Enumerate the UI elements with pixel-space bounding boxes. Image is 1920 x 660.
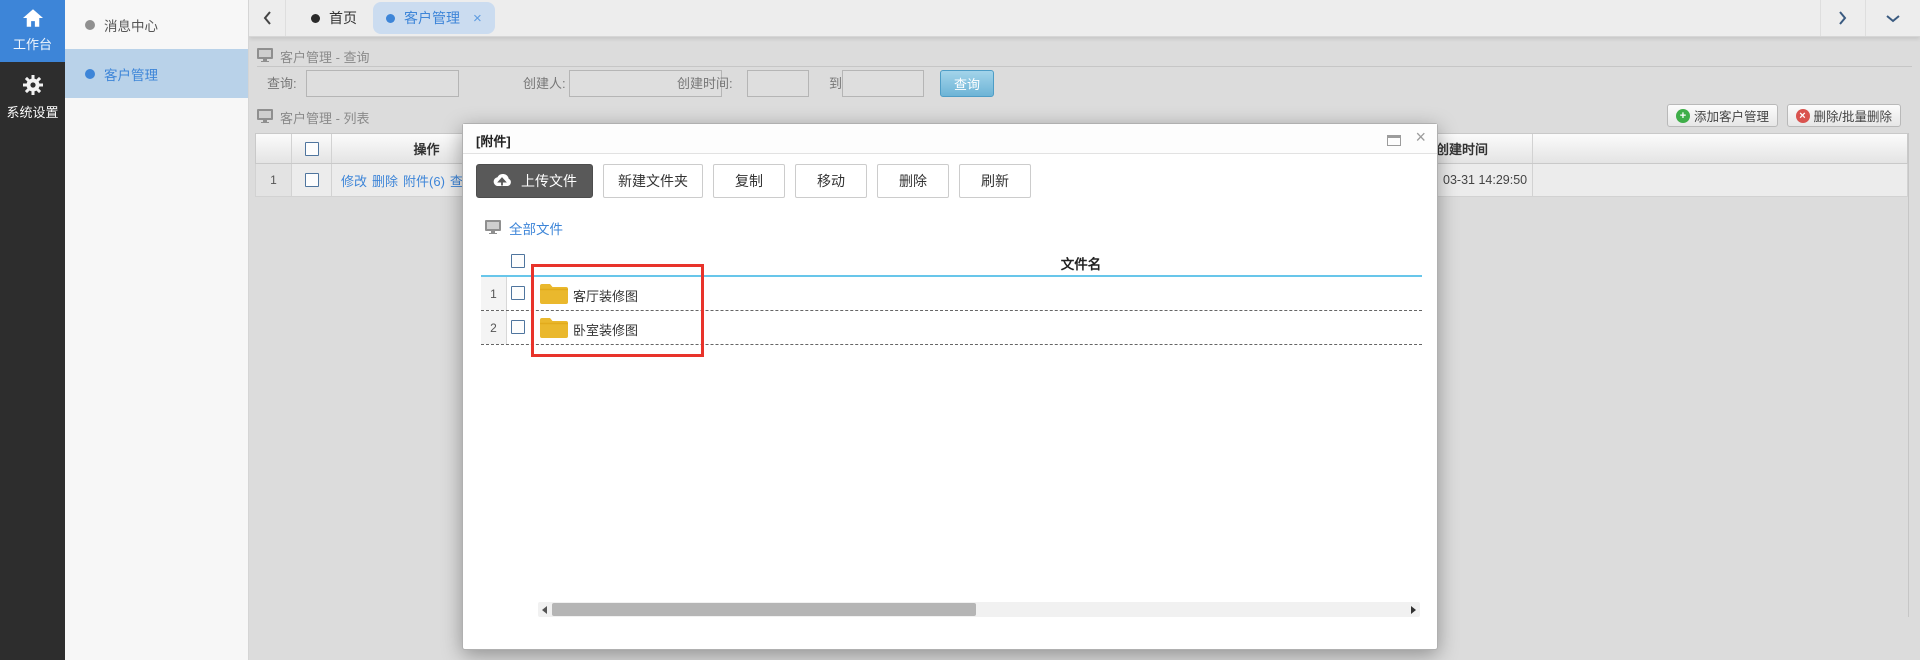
plus-icon: + [1676,109,1690,123]
file-table-header: 文件名 [481,249,1422,277]
search-button[interactable]: 查询 [940,70,994,97]
file-row-checkbox[interactable] [511,320,525,334]
submenu-item-message-center[interactable]: 消息中心 [65,0,248,49]
all-files-link[interactable]: 全部文件 [485,218,563,238]
section-divider [257,66,1912,67]
tab-customer-mgmt[interactable]: 客户管理 × [373,2,495,34]
bullet-icon [85,20,95,30]
close-icon[interactable]: × [1415,127,1426,148]
refresh-button[interactable]: 刷新 [959,164,1031,198]
sidebar-item-label: 工作台 [13,34,52,53]
row-empty [1533,164,1907,196]
keyword-label: 查询: [267,70,297,97]
file-table: 文件名 1 客厅装修图 2 卧室装修图 [481,249,1422,345]
scrollbar-thumb[interactable] [552,603,976,616]
file-name: 客厅装修图 [573,286,638,305]
tab-close-icon[interactable]: × [473,10,482,27]
add-customer-button[interactable]: + 添加客户管理 [1667,104,1778,127]
submenu-item-label: 消息中心 [104,15,158,35]
sidebar-item-label: 系统设置 [6,102,58,121]
file-row-index: 1 [481,277,507,310]
tab-dot-icon [386,14,395,23]
query-section-header: 客户管理 - 查询 [257,47,370,66]
dialog-titlebar[interactable]: [附件] × [463,124,1437,154]
folder-icon [539,317,569,344]
list-section-header: 客户管理 - 列表 [257,108,370,127]
modify-link[interactable]: 修改 [341,171,367,190]
attachment-link[interactable]: 附件(6) [403,171,445,190]
horizontal-scrollbar[interactable] [538,602,1420,617]
sidebar-item-settings[interactable]: 系统设置 [0,62,65,121]
file-row[interactable]: 2 卧室装修图 [481,311,1422,345]
file-row[interactable]: 1 客厅装修图 [481,277,1422,311]
cloud-upload-icon [492,172,512,190]
creator-label: 创建人: [523,70,566,97]
folder-icon [539,283,569,310]
new-folder-button[interactable]: 新建文件夹 [603,164,703,198]
button-label: 删除/批量删除 [1814,106,1892,125]
tab-label: 首页 [329,8,357,28]
scroll-right-arrow-icon[interactable] [1411,606,1416,614]
sidebar-item-workbench[interactable]: 工作台 [0,0,65,62]
monitor-icon [257,109,273,126]
maximize-icon[interactable] [1387,135,1401,146]
submenu-panel: 消息中心 客户管理 [65,0,249,660]
copy-button[interactable]: 复制 [713,164,785,198]
tab-dot-icon [311,14,320,23]
monitor-icon [257,48,273,65]
select-all-cell [292,134,332,163]
app-root: 工作台 系统设置 消息中心 [0,0,1920,660]
row-index: 1 [256,164,292,196]
delete-link[interactable]: 删除 [372,171,398,190]
tab-scroll-right-button[interactable] [1820,0,1864,36]
move-button[interactable]: 移动 [795,164,867,198]
delete-button[interactable]: 删除 [877,164,949,198]
filename-column-header: 文件名 [1021,253,1141,273]
file-row-checkbox[interactable] [511,286,525,300]
created-time-from-input[interactable] [747,70,809,97]
breadcrumb-label: 全部文件 [509,218,563,238]
attachment-dialog: [附件] × 上传文件 新建文件夹 复制 移动 删除 刷新 全部文件 [462,123,1438,650]
icon-sidebar: 工作台 系统设置 [0,0,65,660]
bullet-icon [85,69,95,79]
keyword-input[interactable] [306,70,459,97]
monitor-icon [485,220,501,237]
table-right-border [1908,133,1909,617]
select-all-checkbox[interactable] [305,142,319,156]
row-checkbox[interactable] [305,173,319,187]
submenu-item-customer-mgmt[interactable]: 客户管理 [65,49,248,98]
section-title: 客户管理 - 查询 [280,47,370,66]
submenu-item-label: 客户管理 [104,64,158,84]
file-toolbar: 上传文件 新建文件夹 复制 移动 删除 刷新 [476,164,1031,198]
button-label: 添加客户管理 [1694,106,1769,125]
header-index-cell [256,134,292,163]
section-title: 客户管理 - 列表 [280,108,370,127]
row-checkbox-cell [292,164,332,196]
tab-bar: 首页 客户管理 × [249,0,1920,37]
tab-scroll-left-button[interactable] [249,0,286,36]
button-label: 上传文件 [521,171,577,191]
header-empty [1533,134,1907,163]
batch-delete-button[interactable]: × 删除/批量删除 [1787,104,1901,127]
tab-label: 客户管理 [404,8,460,28]
file-name: 卧室装修图 [573,320,638,339]
select-all-files-checkbox[interactable] [511,254,525,268]
created-time-label: 创建时间: [677,70,733,97]
gear-icon [23,75,43,98]
file-row-index: 2 [481,311,507,344]
created-time-to-input[interactable] [842,70,924,97]
to-label: 到 [829,70,842,97]
x-icon: × [1796,109,1810,123]
upload-file-button[interactable]: 上传文件 [476,164,593,198]
home-icon [23,9,43,30]
scroll-left-arrow-icon[interactable] [542,606,547,614]
tab-list-dropdown-button[interactable] [1865,0,1920,36]
query-form: 查询: 创建人: 创建时间: 到 查询 [249,70,1920,97]
dialog-title: [附件] [476,131,511,150]
tab-home[interactable]: 首页 [295,0,373,36]
